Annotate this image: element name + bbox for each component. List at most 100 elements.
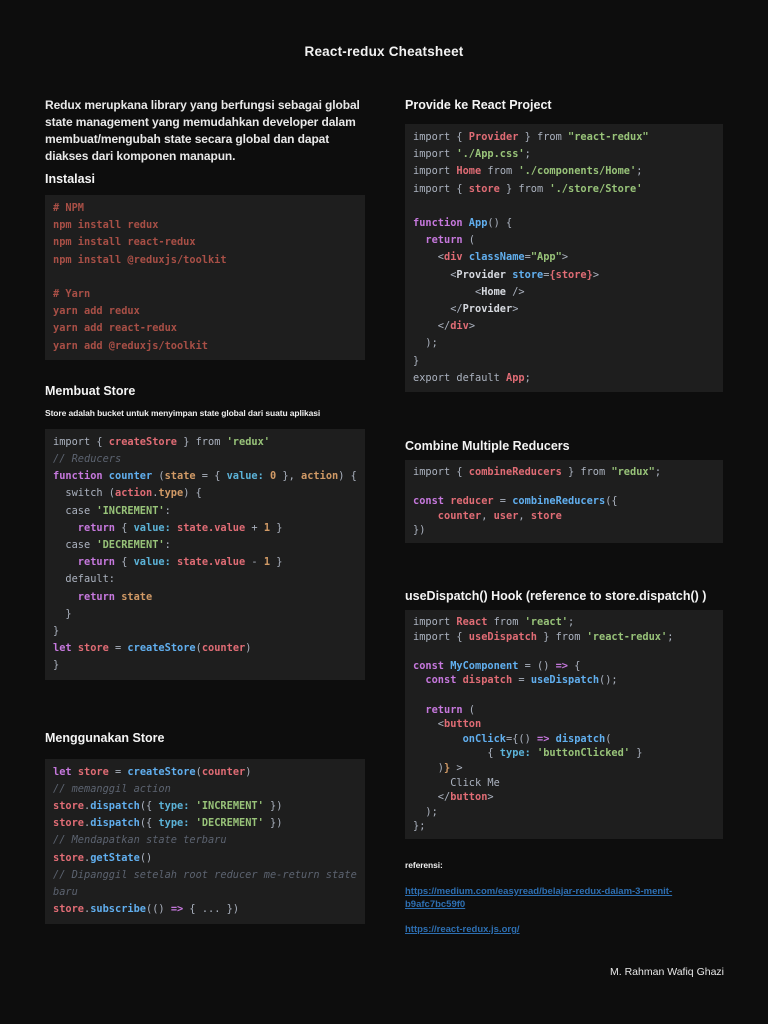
code-token: },: [276, 470, 301, 482]
code-token: import {: [413, 466, 469, 478]
code-token: './store/Store': [549, 183, 642, 195]
code-token: (: [463, 234, 475, 246]
code-token: value:: [134, 556, 171, 568]
code-line: }: [53, 623, 357, 640]
code-token: value:: [134, 522, 171, 534]
code-token: // Reducers: [53, 453, 121, 465]
code-line: import { useDispatch } from 'react-redux…: [413, 630, 715, 645]
code-token: {: [115, 556, 134, 568]
code-token: return: [53, 522, 115, 534]
code-token: </: [413, 791, 450, 803]
code-line: const MyComponent = () => {: [413, 659, 715, 674]
left-column: Redux merupkana library yang berfungsi s…: [45, 97, 365, 924]
code-token: createStore: [127, 642, 195, 654]
code-token: }: [270, 522, 282, 534]
code-token: createStore: [109, 436, 177, 448]
heading-usedispatch-hook-reference-to-store-dispatch: useDispatch() Hook (reference to store.d…: [405, 588, 723, 604]
code-token: = (): [518, 660, 555, 672]
code-line: store.dispatch({ type: 'INCREMENT' }): [53, 798, 357, 815]
code-token: case: [53, 539, 96, 551]
code-token: (): [140, 852, 152, 864]
code-line: store.subscribe(() => { ... }): [53, 901, 357, 918]
code-token: ;: [636, 165, 642, 177]
code-line: [413, 644, 715, 659]
code-line: return (: [413, 703, 715, 718]
code-token: (: [605, 733, 611, 745]
code-token: ={(): [506, 733, 537, 745]
code-token: store: [53, 903, 84, 915]
code-token: from: [487, 616, 524, 628]
code-line: let store = createStore(counter): [53, 764, 357, 781]
code-token: useDispatch: [469, 631, 537, 643]
code-token: = {: [196, 470, 227, 482]
code-line: function counter (state = { value: 0 }, …: [53, 468, 357, 485]
code-token: {: [413, 747, 500, 759]
code-block: # NPMnpm install reduxnpm install react-…: [45, 195, 365, 360]
code-token: }: [53, 659, 59, 671]
code-token: state.value: [177, 556, 245, 568]
heading-membuat-store: Membuat Store: [45, 383, 365, 399]
code-line: # Yarn: [53, 286, 357, 303]
code-token: 'INCREMENT': [96, 505, 164, 517]
code-line: [413, 480, 715, 495]
code-line: import { Provider } from "react-redux": [413, 129, 715, 146]
code-token: './components/Home': [518, 165, 636, 177]
code-token: }): [264, 800, 283, 812]
code-line: }: [53, 606, 357, 623]
code-token: {: [115, 522, 134, 534]
code-token: store: [53, 800, 84, 812]
code-token: return: [413, 234, 463, 246]
code-token: "App": [531, 251, 562, 263]
code-token: );: [413, 806, 438, 818]
code-token: subscribe: [90, 903, 146, 915]
code-line: import { store } from './store/Store': [413, 181, 715, 198]
code-line: onClick={() => dispatch(: [413, 732, 715, 747]
code-token: const: [413, 495, 450, 507]
code-token: getState: [90, 852, 140, 864]
code-token: ): [245, 642, 251, 654]
code-token: </: [413, 320, 450, 332]
code-token: store: [78, 642, 109, 654]
code-token: ;: [568, 616, 574, 628]
code-token: import {: [413, 631, 469, 643]
code-line: }: [53, 657, 357, 674]
code-line: <button: [413, 717, 715, 732]
code-token: } from: [518, 131, 568, 143]
code-line: [413, 198, 715, 215]
code-line: </Provider>: [413, 301, 715, 318]
code-token: 'INCREMENT': [196, 800, 264, 812]
reference-link[interactable]: https://react-redux.js.org/: [405, 923, 717, 936]
reference-link[interactable]: https://medium.com/easyread/belajar-redu…: [405, 885, 717, 911]
code-line: switch (action.type) {: [53, 485, 357, 502]
code-token: =: [109, 766, 128, 778]
code-line: case 'DECREMENT':: [53, 537, 357, 554]
code-token: const: [413, 674, 463, 686]
code-token: 'react-redux': [587, 631, 668, 643]
code-token: dispatch: [90, 817, 140, 829]
code-token: Home: [481, 286, 506, 298]
code-token: user: [494, 510, 519, 522]
code-line: const dispatch = useDispatch();: [413, 673, 715, 688]
code-token: App: [506, 372, 525, 384]
code-line: npm install react-redux: [53, 234, 357, 251]
code-token: button: [450, 791, 487, 803]
code-token: counter: [413, 510, 481, 522]
code-token: }: [270, 556, 282, 568]
code-token: } from: [537, 631, 587, 643]
code-line: store.getState(): [53, 850, 357, 867]
code-token: 'react': [525, 616, 568, 628]
code-line: baru: [53, 884, 357, 901]
code-token: import: [413, 165, 456, 177]
code-token: counter: [109, 470, 152, 482]
code-token: ((): [146, 903, 171, 915]
heading-instalasi: Instalasi: [45, 171, 365, 187]
code-line: import { combineReducers } from "redux";: [413, 465, 715, 480]
code-line: yarn add redux: [53, 303, 357, 320]
code-token: }): [413, 524, 425, 536]
code-token: state: [165, 470, 196, 482]
code-token: createStore: [127, 766, 195, 778]
code-token: >: [562, 251, 568, 263]
code-line: const reducer = combineReducers({: [413, 494, 715, 509]
code-token: onClick: [463, 733, 506, 745]
code-line: )} >: [413, 761, 715, 776]
